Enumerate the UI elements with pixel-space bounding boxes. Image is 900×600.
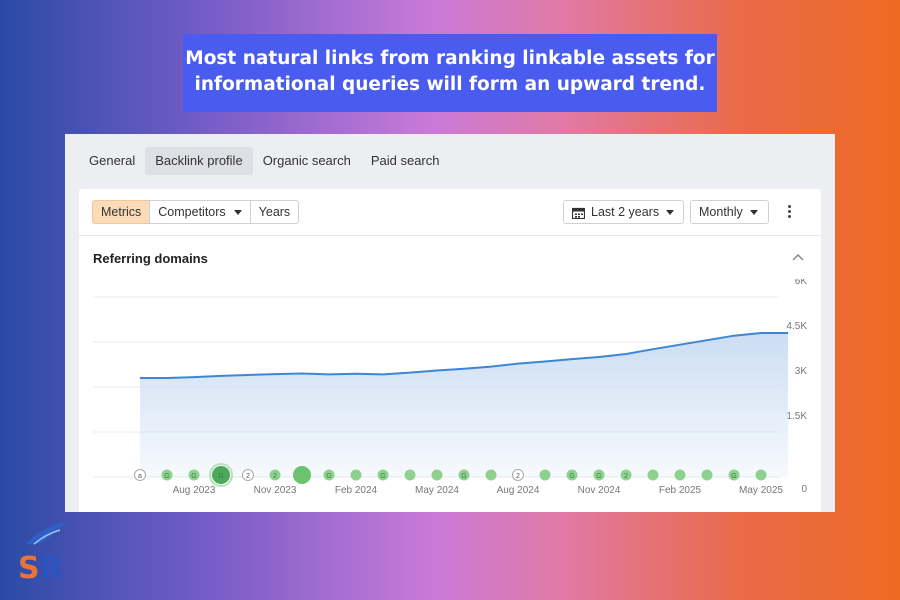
y-tick-label: 3K: [795, 366, 808, 377]
more-options-icon[interactable]: [784, 203, 794, 221]
date-range-dropdown[interactable]: Last 2 years: [563, 200, 684, 224]
event-marker-label: G: [731, 473, 736, 480]
segment-competitors-label: Competitors: [158, 205, 226, 219]
y-tick-label: 4.5K: [786, 321, 807, 332]
x-tick-label: Aug 2024: [497, 485, 540, 496]
event-marker-label: G: [191, 473, 196, 480]
event-marker-label: 2: [516, 473, 520, 480]
event-marker: G: [188, 469, 200, 481]
svg-text:S: S: [18, 551, 40, 582]
segment-metrics[interactable]: Metrics: [92, 200, 151, 224]
x-tick-label: Feb 2024: [335, 485, 378, 496]
x-tick-label: Nov 2023: [254, 485, 297, 496]
event-marker: G: [728, 469, 740, 481]
svg-text:R: R: [40, 551, 63, 582]
chart-toolbar: Metrics Competitors Years Last 2 years M…: [79, 189, 821, 236]
event-marker-label: G: [326, 473, 331, 480]
event-marker: G: [377, 469, 389, 481]
event-marker-dot: [539, 469, 551, 481]
segment-years[interactable]: Years: [249, 200, 300, 224]
x-tick-label: Aug 2023: [173, 485, 216, 496]
x-tick-label: Feb 2025: [659, 485, 702, 496]
event-marker: a: [134, 469, 146, 481]
event-marker: G: [161, 469, 173, 481]
event-marker-dot: [293, 466, 311, 484]
interval-dropdown[interactable]: Monthly: [690, 200, 769, 224]
sr-logo: S R: [18, 522, 68, 582]
y-tick-label: 1.5K: [786, 411, 807, 422]
event-marker: G: [566, 469, 578, 481]
chevron-down-icon: [749, 210, 758, 216]
event-marker-dot: [350, 469, 362, 481]
event-marker-dot: [485, 469, 497, 481]
event-marker: [431, 469, 443, 481]
event-marker: G: [458, 469, 470, 481]
date-range-label: Last 2 years: [591, 205, 660, 219]
event-marker-label: G: [380, 473, 385, 480]
collapse-chevron-icon[interactable]: [792, 253, 804, 261]
tab-general[interactable]: General: [79, 147, 145, 175]
calendar-icon: [572, 207, 585, 219]
event-marker-label: G: [569, 473, 574, 480]
event-marker-label: G: [164, 473, 169, 480]
segment-competitors[interactable]: Competitors: [149, 200, 251, 224]
event-marker: [404, 469, 416, 481]
event-marker-label: 2: [246, 473, 250, 480]
event-marker: G: [209, 463, 233, 487]
event-marker: 2: [269, 469, 281, 481]
tab-backlink-profile[interactable]: Backlink profile: [145, 147, 253, 175]
event-marker: [539, 469, 551, 481]
screenshot-card: General Backlink profile Organic search …: [65, 134, 835, 512]
section-title: Referring domains: [93, 251, 208, 266]
event-marker: 2: [242, 469, 254, 481]
headline-line-1: Most natural links from ranking linkable…: [185, 48, 715, 69]
chevron-down-icon: [233, 210, 242, 216]
event-marker: [350, 469, 362, 481]
event-marker-label: 2: [273, 473, 277, 480]
event-marker: [293, 466, 311, 484]
y-tick-label: 6K: [795, 279, 808, 287]
event-marker: 2: [512, 469, 524, 481]
event-marker: [755, 469, 767, 481]
tab-organic-search[interactable]: Organic search: [253, 147, 361, 175]
headline-line-2: informational queries will form an upwar…: [194, 74, 706, 95]
event-marker: [674, 469, 686, 481]
event-marker: 2: [620, 469, 632, 481]
referring-domains-area: [140, 333, 788, 477]
event-marker-dot: [431, 469, 443, 481]
event-marker-dot: [755, 469, 767, 481]
event-marker-label: G: [218, 473, 223, 480]
event-marker-label: 2: [624, 473, 628, 480]
chart-panel: Metrics Competitors Years Last 2 years M…: [79, 189, 821, 512]
event-marker-dot: [674, 469, 686, 481]
headline-banner: Most natural links from ranking linkable…: [183, 34, 717, 112]
x-tick-label: May 2025: [739, 485, 783, 496]
referring-domains-chart: 01.5K3K4.5K6Ka G G G 2 2 G G G 2 G G 2 GAug 2023 Nov 2…: [93, 279, 808, 496]
event-marker-label: G: [461, 473, 466, 480]
event-marker-label: G: [596, 473, 601, 480]
view-segmented-control: Metrics Competitors Years: [92, 200, 300, 224]
event-marker-dot: [701, 469, 713, 481]
event-marker: G: [593, 469, 605, 481]
event-marker-label: a: [138, 473, 142, 480]
event-marker: [485, 469, 497, 481]
tab-paid-search[interactable]: Paid search: [361, 147, 450, 175]
tab-bar: General Backlink profile Organic search …: [79, 147, 450, 175]
event-marker-dot: [647, 469, 659, 481]
event-marker: G: [323, 469, 335, 481]
x-tick-label: May 2024: [415, 485, 459, 496]
y-tick-label: 0: [801, 484, 807, 495]
event-marker: [647, 469, 659, 481]
x-tick-label: Nov 2024: [578, 485, 621, 496]
chevron-down-icon: [666, 210, 675, 216]
event-marker: [701, 469, 713, 481]
event-marker-dot: [404, 469, 416, 481]
interval-label: Monthly: [699, 205, 743, 219]
